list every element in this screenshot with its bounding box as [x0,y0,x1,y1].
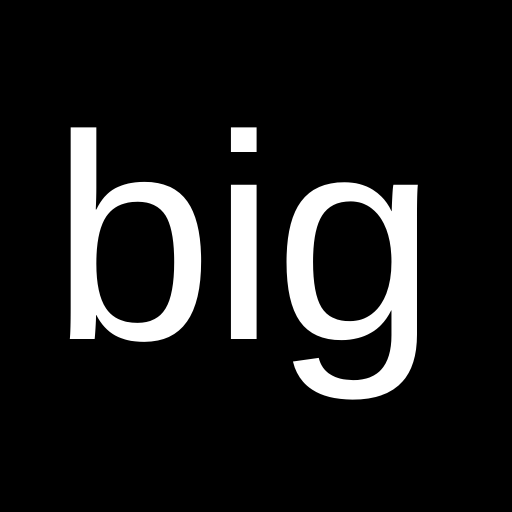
logo-canvas: big [0,0,512,512]
logo-wordmark: big [51,75,437,401]
